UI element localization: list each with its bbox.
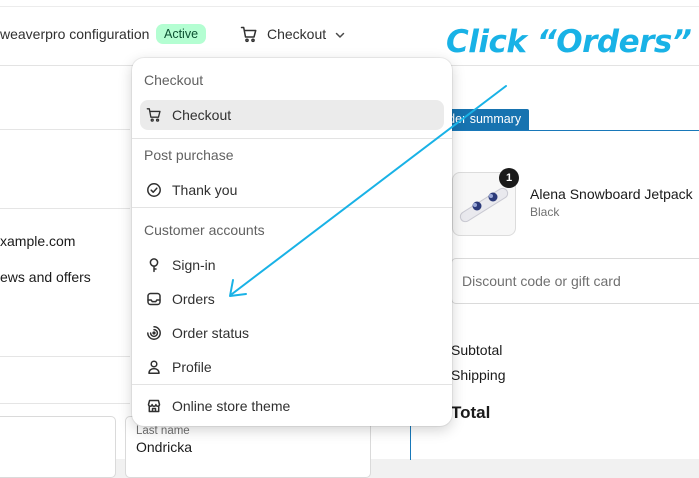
annotation-arrow	[229, 85, 507, 297]
